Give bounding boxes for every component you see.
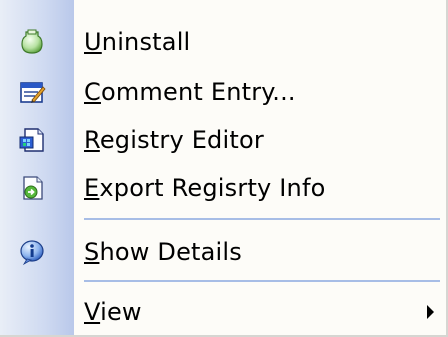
menu-separator <box>84 218 440 220</box>
menu-item-label: Comment Entry... <box>84 78 296 106</box>
menu-item-show-details[interactable]: Show Details <box>0 230 446 274</box>
context-menu: Uninstall Comment Entry... Registry Edit… <box>0 0 448 337</box>
registry-editor-icon <box>18 126 46 154</box>
comment-icon <box>18 78 46 106</box>
uninstall-icon <box>18 28 46 56</box>
menu-separator <box>84 280 440 282</box>
menu-item-label: Uninstall <box>84 28 191 56</box>
menu-item-label: Show Details <box>84 238 242 266</box>
submenu-arrow-icon <box>427 305 434 319</box>
export-icon <box>18 174 46 202</box>
menu-item-uninstall[interactable]: Uninstall <box>0 20 446 64</box>
menu-item-label: Export Regisrty Info <box>84 174 326 202</box>
menu-item-export-registry-info[interactable]: Export Regisrty Info <box>0 166 446 210</box>
menu-item-label: View <box>84 298 142 326</box>
info-icon <box>18 238 46 266</box>
menu-item-registry-editor[interactable]: Registry Editor <box>0 118 446 162</box>
menu-item-comment-entry[interactable]: Comment Entry... <box>0 70 446 114</box>
menu-item-label: Registry Editor <box>84 126 264 154</box>
menu-item-view[interactable]: View <box>0 290 446 334</box>
